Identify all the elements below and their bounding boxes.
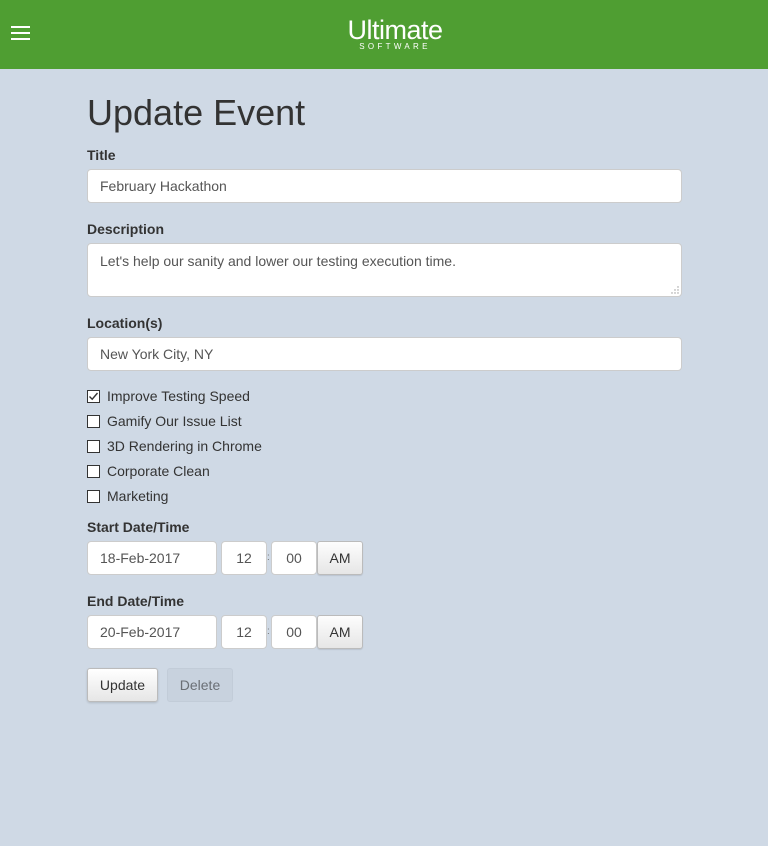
end-minute-input[interactable]: 00 [271,615,317,649]
delete-button[interactable]: Delete [167,668,233,702]
start-minute-input[interactable]: 00 [271,541,317,575]
time-separator: : [267,552,270,563]
checkbox-label: Gamify Our Issue List [107,413,242,429]
checkbox-label: Corporate Clean [107,463,210,479]
page-title: Update Event [87,92,306,133]
category-improve-testing-speed[interactable]: Improve Testing Speed [87,387,250,405]
checkbox-unchecked[interactable] [87,439,100,453]
ultimate-software-logo: Ultimate SOFTWARE [342,15,448,57]
checkbox-label: Marketing [107,488,169,504]
start-hour-input[interactable]: 12 [221,541,267,575]
checkmark-icon [89,392,99,400]
time-separator: : [267,626,270,637]
description-textarea[interactable]: Let's help our sanity and lower our test… [87,243,682,297]
update-button[interactable]: Update [87,668,158,702]
checkbox-label: 3D Rendering in Chrome [107,438,262,454]
checkbox-unchecked[interactable] [87,414,100,428]
hamburger-menu-icon[interactable] [11,24,30,43]
start-datetime-label: Start Date/Time [87,519,190,535]
end-hour-input[interactable]: 12 [221,615,267,649]
start-ampm-toggle[interactable]: AM [317,541,363,575]
category-corporate-clean[interactable]: Corporate Clean [87,462,210,480]
description-text: Let's help our sanity and lower our test… [100,253,456,269]
location-label: Location(s) [87,315,163,331]
category-gamify-our-issue-list[interactable]: Gamify Our Issue List [87,412,242,430]
checkbox-label: Improve Testing Speed [107,388,250,404]
description-label: Description [87,221,165,237]
checkbox-unchecked[interactable] [87,464,100,478]
category-3d-rendering-in-chrome[interactable]: 3D Rendering in Chrome [87,437,262,455]
top-bar: Ultimate SOFTWARE [0,0,768,69]
location-input[interactable]: New York City, NY [87,337,682,371]
end-ampm-toggle[interactable]: AM [317,615,363,649]
end-date-input[interactable]: 20-Feb-2017 [87,615,217,649]
title-label: Title [87,147,116,163]
category-marketing[interactable]: Marketing [87,487,168,505]
end-datetime-label: End Date/Time [87,593,184,609]
logo-main-text: Ultimate [347,15,443,45]
title-input[interactable]: February Hackathon [87,169,682,203]
checkbox-checked[interactable] [87,389,100,403]
checkbox-unchecked[interactable] [87,489,100,503]
resize-handle-icon[interactable] [671,286,679,294]
start-date-input[interactable]: 18-Feb-2017 [87,541,217,575]
